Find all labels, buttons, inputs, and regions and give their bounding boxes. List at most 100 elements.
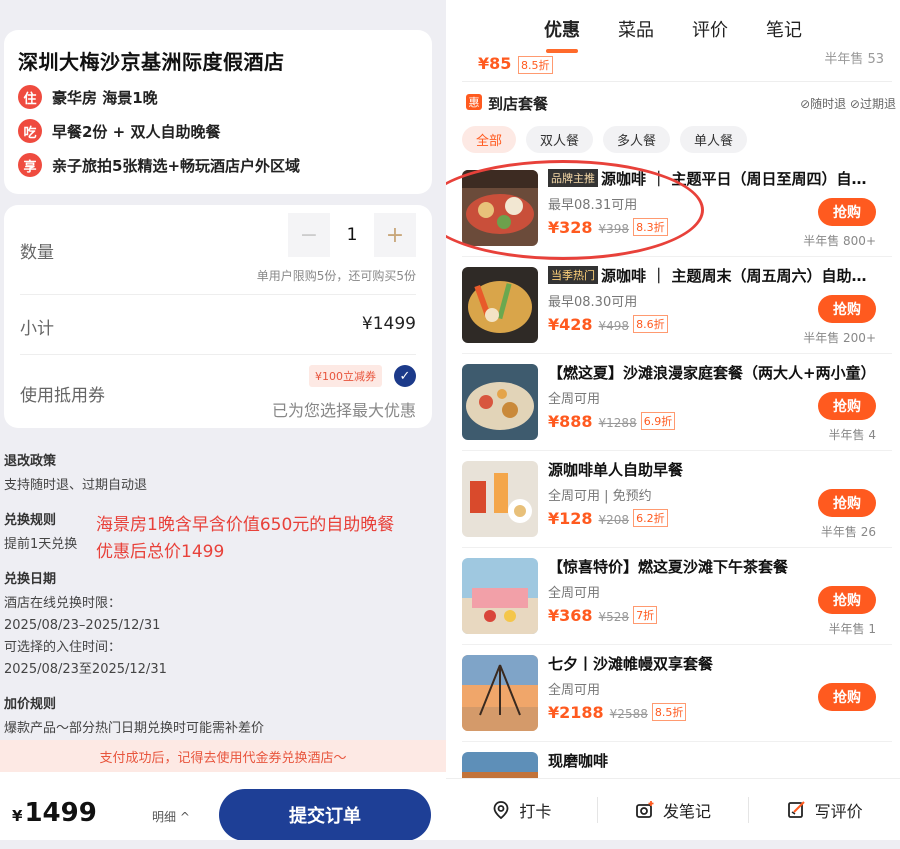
sold-count: 半年售 4 bbox=[828, 428, 876, 442]
buy-button[interactable]: 抢购 bbox=[818, 295, 876, 323]
bottom-strip bbox=[0, 840, 900, 849]
deal-price: ¥2188 bbox=[548, 703, 604, 722]
tab-reviews[interactable]: 评价 bbox=[692, 16, 728, 48]
enjoy-icon: 享 bbox=[18, 153, 42, 177]
deal-title-text: 源咖啡 ｜ 主题周末（周五周六）自助… bbox=[601, 267, 867, 285]
feature-text: 豪华房 海景1晚 bbox=[52, 88, 158, 107]
refund-title: 退改政策 bbox=[4, 454, 57, 469]
deal-availability: 全周可用 | 免预约 bbox=[548, 489, 652, 504]
total-price: ¥1499 bbox=[12, 798, 97, 828]
deal-availability: 全周可用 bbox=[548, 392, 601, 407]
hot-badge: 当季热门 bbox=[548, 266, 598, 284]
increase-button[interactable]: + bbox=[374, 213, 416, 257]
filter-double[interactable]: 双人餐 bbox=[526, 126, 594, 153]
deal-thumbnail bbox=[462, 461, 538, 537]
buy-button[interactable]: 抢购 bbox=[818, 198, 876, 226]
deal-price: ¥428 bbox=[548, 315, 593, 334]
deal-item[interactable]: 品牌主推 源咖啡 ｜ 主题平日（周日至周四）自… 最早08.31可用 ¥328 ¥3… bbox=[462, 162, 892, 257]
order-card: 数量 − 1 + 单用户限购5份，还可购买5份 小计 ¥1499 使用抵用券 ¥… bbox=[4, 205, 432, 428]
deal-item[interactable]: 当季热门 源咖啡 ｜ 主题周末（周五周六）自助… 最早08.30可用 ¥428 ¥4… bbox=[462, 259, 892, 354]
deal-item[interactable]: 【燃这夏】沙滩浪漫家庭套餐（两大人+两小童） 全周可用 ¥888 ¥1288 6.9… bbox=[462, 356, 892, 451]
addon-title: 加价规则 bbox=[4, 697, 57, 712]
deal-title: 【燃这夏】沙滩浪漫家庭套餐（两大人+两小童） bbox=[548, 364, 876, 382]
filter-single[interactable]: 单人餐 bbox=[680, 126, 748, 153]
deal-title-text: 源咖啡 ｜ 主题平日（周日至周四）自… bbox=[601, 170, 867, 188]
coupon-best-text: 已为您选择最大优惠 bbox=[271, 401, 416, 420]
detail-toggle[interactable]: 明细 ^ bbox=[152, 808, 190, 825]
feature-text: 亲子旅拍5张精选+畅玩酒店户外区域 bbox=[52, 156, 301, 175]
annotation-line: 海景房1晚含早含价值650元的自助晚餐 bbox=[96, 515, 395, 535]
hotel-card: 深圳大梅沙京基洲际度假酒店 住 豪华房 海景1晚 吃 早餐2份 + 双人自助晚餐… bbox=[4, 30, 432, 194]
deal-item[interactable]: 源咖啡单人自助早餐 全周可用 | 免预约 ¥128 ¥208 6.2折 抢购 半年售… bbox=[462, 453, 892, 548]
sold-count: 半年售 200+ bbox=[803, 331, 876, 345]
discount-tag: 8.5折 bbox=[651, 703, 687, 721]
buy-button[interactable]: 抢购 bbox=[818, 586, 876, 614]
quantity-row: 数量 − 1 + 单用户限购5份，还可购买5份 bbox=[20, 205, 416, 295]
filter-group[interactable]: 多人餐 bbox=[603, 126, 671, 153]
deal-title: 现磨咖啡 bbox=[548, 752, 609, 770]
quantity-value[interactable]: 1 bbox=[330, 213, 374, 257]
original-price: ¥1288 bbox=[598, 416, 637, 430]
rules-section: 退改政策 支持随时退、过期自动退 兑换规则 提前1天兑换 兑换日期 酒店在线兑换… bbox=[4, 450, 444, 740]
tab-notes[interactable]: 笔记 bbox=[766, 16, 802, 48]
currency-symbol: ¥ bbox=[12, 807, 23, 825]
deal-price-row: ¥888 ¥1288 6.9折 bbox=[548, 412, 676, 431]
buy-button[interactable]: 抢购 bbox=[818, 489, 876, 517]
original-price: ¥398 bbox=[598, 222, 630, 236]
payment-tip: 支付成功后，记得去使用代金券兑换酒店～ bbox=[0, 740, 446, 772]
filter-all[interactable]: 全部 bbox=[462, 126, 517, 153]
store-panel: 优惠 菜品 评价 笔记 ¥85 8.5折 半年售 53 惠 到店套餐 ⊘随时退 … bbox=[446, 0, 900, 849]
submit-order-button[interactable]: 提交订单 bbox=[219, 789, 431, 841]
sold-count: 半年售 1 bbox=[828, 622, 876, 636]
deal-price-row: ¥328 ¥398 8.3折 bbox=[548, 218, 668, 237]
discount-tag: 6.2折 bbox=[633, 509, 668, 527]
deal-price: ¥85 bbox=[478, 54, 512, 73]
total-value: 1499 bbox=[24, 798, 97, 828]
purchase-limit: 单用户限购5份，还可购买5份 bbox=[256, 269, 416, 283]
date-title: 兑换日期 bbox=[4, 572, 57, 587]
order-panel: 深圳大梅沙京基洲际度假酒店 住 豪华房 海景1晚 吃 早餐2份 + 双人自助晚餐… bbox=[0, 0, 446, 849]
deal-price-row: ¥128 ¥208 6.2折 bbox=[548, 509, 668, 528]
coupon-tag: ¥100立减券 bbox=[309, 365, 382, 387]
tab-deals[interactable]: 优惠 bbox=[544, 16, 580, 53]
annotation-line: 优惠后总价1499 bbox=[96, 542, 225, 562]
deal-price: ¥328 bbox=[548, 218, 593, 237]
quantity-stepper[interactable]: − 1 + bbox=[288, 213, 416, 257]
coupon-row[interactable]: 使用抵用券 ¥100立减券 ✓ 已为您选择最大优惠 bbox=[20, 355, 416, 427]
check-icon[interactable]: ✓ bbox=[394, 365, 416, 387]
original-price: ¥208 bbox=[598, 513, 630, 527]
date-line: 酒店在线兑换时限： bbox=[4, 596, 122, 611]
deal-item[interactable]: 【惊喜特价】燃这夏沙滩下午茶套餐 全周可用 ¥368 ¥528 7折 抢购 半年售 … bbox=[462, 550, 892, 645]
deal-thumbnail bbox=[462, 364, 538, 440]
brand-badge: 品牌主推 bbox=[548, 169, 598, 187]
subtotal-row: 小计 ¥1499 bbox=[20, 295, 416, 355]
post-note-button[interactable]: 发笔记 bbox=[598, 779, 749, 840]
buy-button[interactable]: 抢购 bbox=[818, 683, 876, 711]
deal-thumbnail bbox=[462, 655, 538, 731]
checkin-button[interactable]: 打卡 bbox=[446, 779, 597, 840]
deal-item[interactable]: 七夕丨沙滩帷幔双享套餐 全周可用 ¥2188 ¥2588 8.5折 抢购 bbox=[462, 647, 892, 742]
location-pin-icon bbox=[491, 800, 511, 820]
date-line: 2025/08/23–2025/12/31 bbox=[4, 618, 161, 633]
package-section-header: 惠 到店套餐 ⊘随时退 ⊘过期退 bbox=[466, 93, 896, 115]
refund-text: 支持随时退、过期自动退 bbox=[4, 478, 148, 493]
tab-dishes[interactable]: 菜品 bbox=[618, 16, 654, 48]
deal-availability: 最早08.31可用 bbox=[548, 198, 638, 213]
buy-button[interactable]: 抢购 bbox=[818, 392, 876, 420]
original-price: ¥2588 bbox=[609, 707, 648, 721]
feature-room: 住 豪华房 海景1晚 bbox=[18, 85, 418, 109]
dock-label: 打卡 bbox=[519, 801, 552, 821]
decrease-button[interactable]: − bbox=[288, 213, 330, 257]
dock-label: 写评价 bbox=[814, 801, 863, 821]
deal-icon: 惠 bbox=[466, 94, 482, 110]
sold-count: 半年售 800+ bbox=[803, 234, 876, 248]
deal-title: 七夕丨沙滩帷幔双享套餐 bbox=[548, 655, 714, 673]
discount-tag: 8.3折 bbox=[633, 218, 668, 236]
previous-deal-item[interactable]: ¥85 8.5折 半年售 53 bbox=[462, 48, 892, 82]
write-review-button[interactable]: 写评价 bbox=[749, 779, 900, 840]
refund-tags: ⊘随时退 ⊘过期退 bbox=[800, 97, 896, 111]
deal-title: 品牌主推 源咖啡 ｜ 主题平日（周日至周四）自… bbox=[548, 168, 884, 189]
action-dock: 打卡 发笔记 写评价 bbox=[446, 778, 900, 840]
discount-tag: 7折 bbox=[633, 606, 658, 624]
date-line: 2025/08/23至2025/12/31 bbox=[4, 662, 167, 677]
